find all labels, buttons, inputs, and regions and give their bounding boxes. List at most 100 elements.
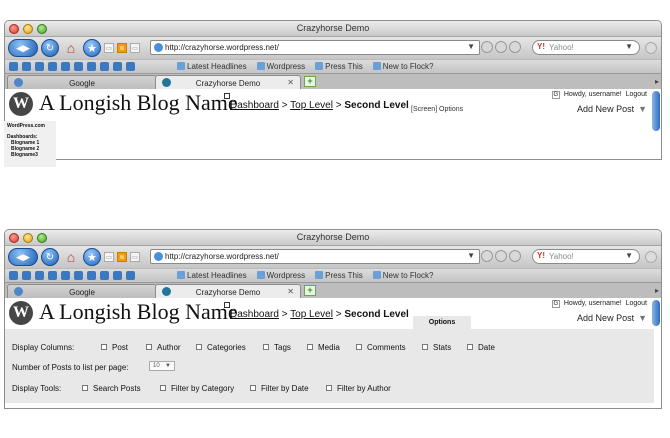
checkbox-tags[interactable]: Tags bbox=[263, 343, 291, 352]
bookmark-press-this[interactable]: Press This bbox=[315, 62, 363, 71]
checkbox-date[interactable]: Date bbox=[467, 343, 495, 352]
upload-icon[interactable] bbox=[126, 271, 135, 280]
home-icon[interactable]: ⌂ bbox=[62, 39, 80, 57]
address-bar[interactable]: http://crazyhorse.wordpress.net/ ▼ bbox=[150, 249, 480, 264]
feed-icon[interactable] bbox=[481, 41, 493, 53]
feed-icon[interactable] bbox=[481, 250, 493, 262]
howdy-text[interactable]: Howdy, username! bbox=[564, 91, 622, 98]
back-forward-button[interactable]: ◀▶ bbox=[8, 39, 38, 57]
reload-button[interactable]: ↻ bbox=[41, 39, 59, 57]
page-icon[interactable]: ▭ bbox=[104, 252, 114, 262]
howdy-text[interactable]: Howdy, username! bbox=[564, 300, 622, 307]
favorites-icon[interactable] bbox=[87, 62, 96, 71]
clipboard-icon[interactable] bbox=[100, 271, 109, 280]
media-icon[interactable]: ▭ bbox=[130, 252, 140, 262]
add-new-post-button[interactable]: Add New Post ▼ bbox=[577, 104, 647, 114]
star-icon[interactable]: ★ bbox=[83, 39, 101, 57]
photo-icon[interactable] bbox=[495, 41, 507, 53]
checkbox-box[interactable] bbox=[250, 385, 256, 391]
chevron-down-icon[interactable]: ▼ bbox=[625, 251, 633, 260]
bookmark-latest-headlines[interactable]: Latest Headlines bbox=[177, 271, 247, 280]
tab-crazyhorse-demo[interactable]: Crazyhorse Demo ✕ bbox=[155, 284, 301, 299]
checkbox-filter-by-date[interactable]: Filter by Date bbox=[250, 384, 309, 393]
tools-icon[interactable] bbox=[74, 271, 83, 280]
new-tab-button[interactable]: + bbox=[304, 285, 316, 296]
tab-crazyhorse-demo[interactable]: Crazyhorse Demo ✕ bbox=[155, 75, 301, 90]
favorites-icon[interactable] bbox=[87, 271, 96, 280]
checkbox-box[interactable] bbox=[196, 344, 202, 350]
checkbox-box[interactable] bbox=[326, 385, 332, 391]
back-forward-button[interactable]: ◀▶ bbox=[8, 248, 38, 266]
checkbox-search-posts[interactable]: Search Posts bbox=[82, 384, 141, 393]
photos-icon[interactable] bbox=[35, 271, 44, 280]
breadcrumb-top-level[interactable]: Top Level bbox=[290, 100, 333, 111]
tab-options[interactable]: Options bbox=[413, 316, 471, 329]
search-input[interactable]: Y! Yahoo! ▼ bbox=[532, 249, 640, 264]
square-icon[interactable] bbox=[224, 302, 230, 308]
chevron-down-icon[interactable]: ▼ bbox=[638, 104, 647, 114]
info-icon[interactable] bbox=[9, 271, 18, 280]
posts-per-page-select[interactable]: 10 ▼ bbox=[149, 361, 175, 371]
add-new-post-button[interactable]: Add New Post ▼ bbox=[577, 313, 647, 323]
people-icon[interactable] bbox=[22, 271, 31, 280]
tab-google[interactable]: Google bbox=[7, 284, 157, 299]
checkbox-stats[interactable]: Stats bbox=[422, 343, 451, 352]
sidebar-toggle-icon[interactable] bbox=[645, 42, 657, 54]
checkbox-media[interactable]: Media bbox=[307, 343, 340, 352]
breadcrumb-dashboard[interactable]: Dashboard bbox=[230, 309, 279, 320]
wordpress-logo[interactable]: W bbox=[9, 92, 33, 116]
close-tab-icon[interactable]: ✕ bbox=[287, 78, 294, 87]
rss-icon[interactable]: ≋ bbox=[117, 43, 127, 53]
checkbox-comments[interactable]: Comments bbox=[356, 343, 406, 352]
checkbox-box[interactable] bbox=[82, 385, 88, 391]
tab-google[interactable]: Google bbox=[7, 75, 157, 90]
breadcrumb-dashboard[interactable]: Dashboard bbox=[230, 100, 279, 111]
chevron-down-icon[interactable]: ▼ bbox=[638, 313, 647, 323]
reload-button[interactable]: ↻ bbox=[41, 248, 59, 266]
checkbox-box[interactable] bbox=[160, 385, 166, 391]
g-icon[interactable]: G bbox=[551, 91, 560, 99]
checkbox-box[interactable] bbox=[467, 344, 473, 350]
address-bar[interactable]: http://crazyhorse.wordpress.net/ ▼ bbox=[150, 40, 480, 55]
bookmark-wordpress[interactable]: Wordpress bbox=[257, 271, 306, 280]
checkbox-post[interactable]: Post bbox=[101, 343, 128, 352]
clipboard-icon[interactable] bbox=[100, 62, 109, 71]
site-label[interactable]: WordPress.com bbox=[7, 123, 53, 129]
square-icon[interactable] bbox=[224, 93, 230, 99]
blog-item-3[interactable]: Blogname3 bbox=[7, 152, 53, 158]
checkbox-box[interactable] bbox=[146, 344, 152, 350]
g-icon[interactable]: G bbox=[551, 300, 560, 308]
photo-icon[interactable] bbox=[495, 250, 507, 262]
checkbox-box[interactable] bbox=[101, 344, 107, 350]
photos-icon[interactable] bbox=[35, 62, 44, 71]
new-tab-button[interactable]: + bbox=[304, 76, 316, 87]
logout-link[interactable]: Logout bbox=[626, 91, 647, 98]
mail-icon[interactable] bbox=[61, 62, 70, 71]
chevron-down-icon[interactable]: ▼ bbox=[467, 251, 475, 260]
scrollbar[interactable] bbox=[652, 300, 660, 326]
blog-icon[interactable] bbox=[113, 62, 122, 71]
tools-icon[interactable] bbox=[74, 62, 83, 71]
scrollbar[interactable] bbox=[652, 91, 660, 131]
checkbox-box[interactable] bbox=[263, 344, 269, 350]
rss-icon[interactable]: ≋ bbox=[117, 252, 127, 262]
bookmark-press-this[interactable]: Press This bbox=[315, 271, 363, 280]
feeds-icon[interactable] bbox=[48, 62, 57, 71]
chevron-down-icon[interactable]: ▼ bbox=[467, 42, 475, 51]
star-icon[interactable]: ★ bbox=[83, 248, 101, 266]
checkbox-box[interactable] bbox=[307, 344, 313, 350]
blog-name[interactable]: A Longish Blog Name bbox=[39, 299, 238, 325]
logout-link[interactable]: Logout bbox=[626, 300, 647, 307]
wordpress-logo[interactable]: W bbox=[9, 301, 33, 325]
blog-icon[interactable] bbox=[113, 271, 122, 280]
stop-icon[interactable] bbox=[509, 250, 521, 262]
checkbox-filter-by-category[interactable]: Filter by Category bbox=[160, 384, 234, 393]
checkbox-box[interactable] bbox=[356, 344, 362, 350]
chevron-down-icon[interactable]: ▼ bbox=[625, 42, 633, 51]
search-input[interactable]: Y! Yahoo! ▼ bbox=[532, 40, 640, 55]
mail-icon[interactable] bbox=[61, 271, 70, 280]
blog-name[interactable]: A Longish Blog Name bbox=[39, 90, 238, 116]
close-tab-icon[interactable]: ✕ bbox=[287, 287, 294, 296]
checkbox-box[interactable] bbox=[422, 344, 428, 350]
home-icon[interactable]: ⌂ bbox=[62, 248, 80, 266]
